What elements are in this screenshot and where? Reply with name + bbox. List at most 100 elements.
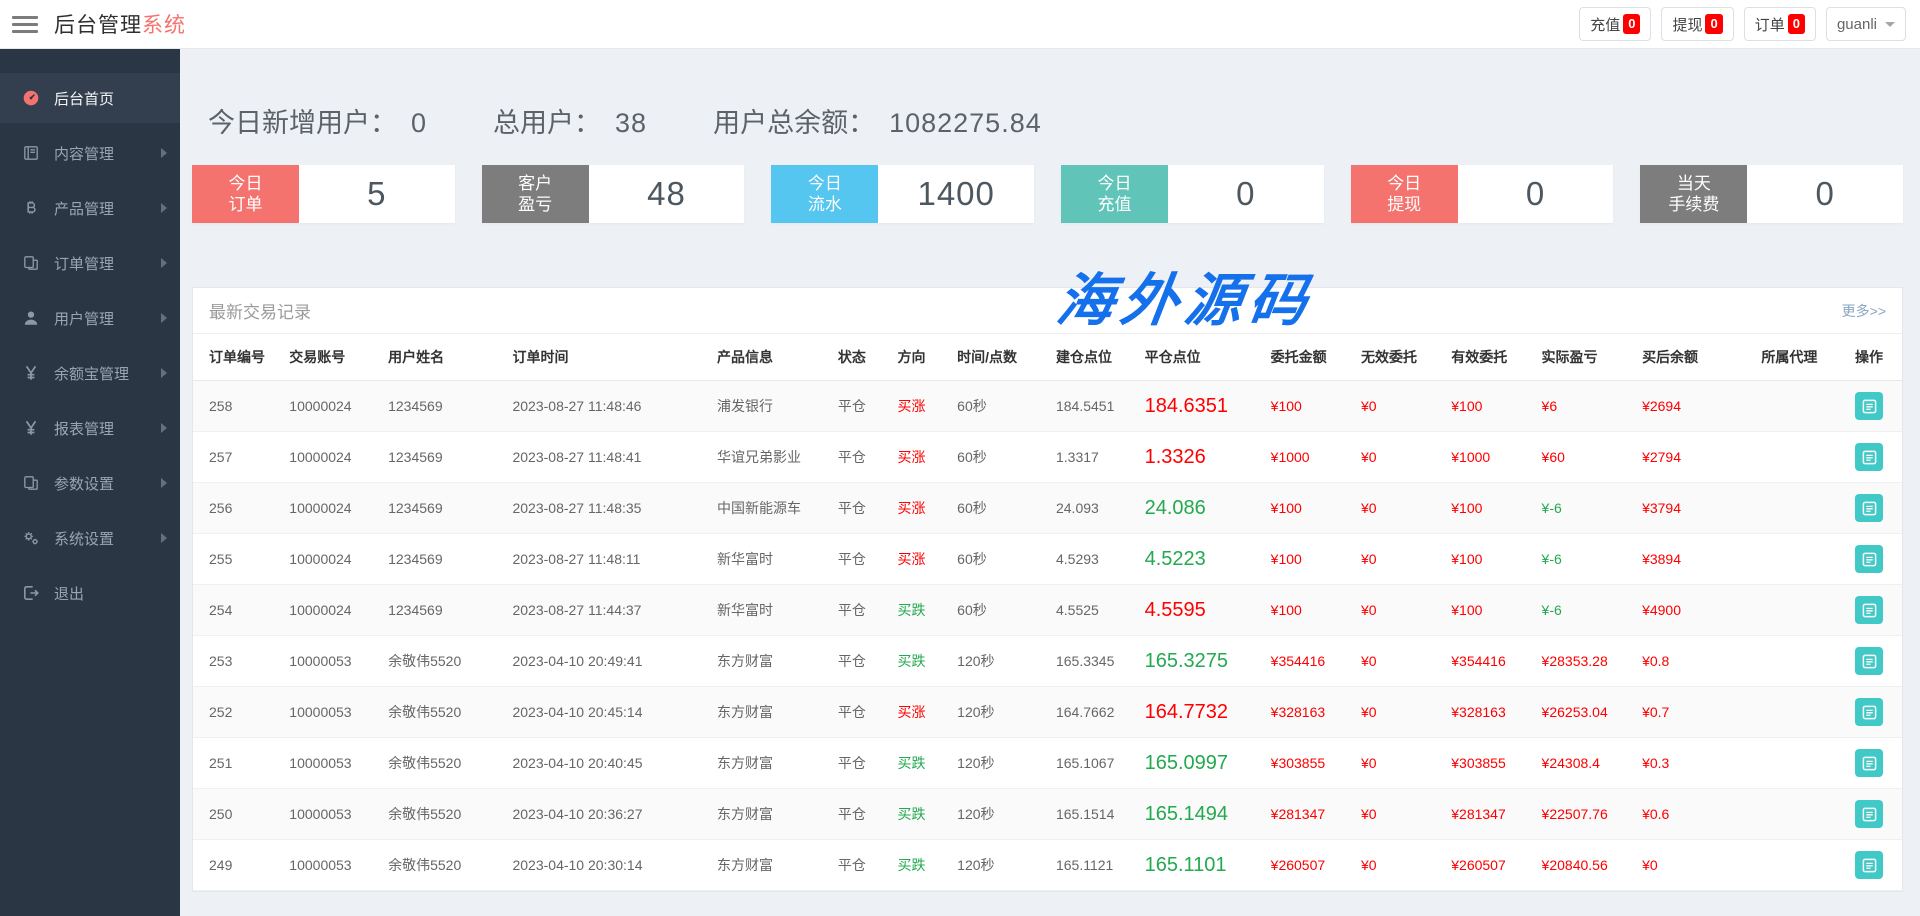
- more-link[interactable]: 更多>>: [1842, 301, 1886, 321]
- row-detail-button[interactable]: [1855, 851, 1883, 879]
- cell-time: 2023-08-27 11:44:37: [506, 585, 710, 636]
- bitcoin-icon: [22, 199, 40, 217]
- user-menu-button[interactable]: guanli: [1826, 7, 1906, 41]
- sidebar-item-label: 用户管理: [54, 308, 114, 329]
- cell-agent: [1755, 585, 1849, 636]
- cell-period: 120秒: [951, 738, 1050, 789]
- cell-time: 2023-08-27 11:48:46: [506, 381, 710, 432]
- card-label: 今日充值: [1061, 165, 1168, 223]
- menu-toggle-icon[interactable]: [12, 8, 38, 41]
- cell-period: 60秒: [951, 483, 1050, 534]
- cell-amount: ¥1000: [1265, 432, 1355, 483]
- cell-direction: 买跌: [892, 636, 952, 687]
- cell-valid: ¥303855: [1445, 738, 1535, 789]
- summary-card: 当天手续费0: [1640, 165, 1903, 223]
- sidebar-item-home[interactable]: 后台首页: [0, 73, 180, 123]
- row-detail-button[interactable]: [1855, 800, 1883, 828]
- header-btn-orders[interactable]: 订单0: [1744, 7, 1816, 41]
- cell-id: 251: [193, 738, 283, 789]
- sidebar-item-users[interactable]: 用户管理: [0, 293, 180, 343]
- row-detail-button[interactable]: [1855, 392, 1883, 420]
- sidebar-item-params[interactable]: 参数设置: [0, 458, 180, 508]
- cell-action: [1849, 432, 1902, 483]
- header-btn-label: 充值: [1590, 14, 1620, 35]
- table-row: 25110000053余敬伟55202023-04-10 20:40:45东方财…: [193, 738, 1902, 789]
- dashboard-icon: [22, 89, 40, 107]
- summary-card: 今日订单5: [192, 165, 455, 223]
- cell-period: 120秒: [951, 636, 1050, 687]
- summary-card: 今日充值0: [1061, 165, 1324, 223]
- cell-period: 60秒: [951, 585, 1050, 636]
- row-detail-button[interactable]: [1855, 749, 1883, 777]
- cell-balance: ¥3794: [1636, 483, 1755, 534]
- cell-valid: ¥281347: [1445, 789, 1535, 840]
- summary-card: 今日提现0: [1351, 165, 1614, 223]
- table-row: 2561000002412345692023-08-27 11:48:35中国新…: [193, 483, 1902, 534]
- cell-name: 余敬伟5520: [382, 738, 506, 789]
- card-value: 0: [1458, 165, 1614, 223]
- row-detail-button[interactable]: [1855, 443, 1883, 471]
- cell-time: 2023-04-10 20:49:41: [506, 636, 710, 687]
- cell-valid: ¥100: [1445, 534, 1535, 585]
- cell-product: 东方财富: [711, 738, 832, 789]
- card-label-line: 今日: [1098, 173, 1132, 194]
- sidebar-item-content[interactable]: 内容管理: [0, 128, 180, 178]
- cell-id: 256: [193, 483, 283, 534]
- cell-name: 1234569: [382, 483, 506, 534]
- sidebar-item-label: 系统设置: [54, 528, 114, 549]
- cell-profit: ¥-6: [1536, 534, 1637, 585]
- cell-product: 东方财富: [711, 840, 832, 891]
- cell-status: 平仓: [832, 381, 892, 432]
- row-detail-button[interactable]: [1855, 647, 1883, 675]
- sidebar-item-reports[interactable]: 报表管理: [0, 403, 180, 453]
- cell-id: 252: [193, 687, 283, 738]
- row-detail-button[interactable]: [1855, 545, 1883, 573]
- cell-action: [1849, 687, 1902, 738]
- cell-action: [1849, 636, 1902, 687]
- cell-time: 2023-08-27 11:48:35: [506, 483, 710, 534]
- column-header: 所属代理: [1755, 334, 1849, 381]
- cell-account: 10000024: [283, 534, 382, 585]
- cell-balance: ¥2694: [1636, 381, 1755, 432]
- row-detail-button[interactable]: [1855, 596, 1883, 624]
- sidebar-item-logout[interactable]: 退出: [0, 568, 180, 618]
- chevron-right-icon: [161, 148, 167, 158]
- cell-balance: ¥4900: [1636, 585, 1755, 636]
- cell-close: 164.7732: [1139, 687, 1265, 738]
- card-label: 今日提现: [1351, 165, 1458, 223]
- book-icon: [22, 144, 40, 162]
- cell-open: 165.1067: [1050, 738, 1139, 789]
- row-detail-button[interactable]: [1855, 494, 1883, 522]
- cell-status: 平仓: [832, 534, 892, 585]
- cell-action: [1849, 381, 1902, 432]
- cell-agent: [1755, 738, 1849, 789]
- column-header: 订单编号: [193, 334, 283, 381]
- cell-time: 2023-04-10 20:36:27: [506, 789, 710, 840]
- header-btn-withdraw[interactable]: 提现0: [1661, 7, 1733, 41]
- count-badge: 0: [1705, 14, 1722, 34]
- chevron-right-icon: [161, 258, 167, 268]
- cell-amount: ¥354416: [1265, 636, 1355, 687]
- cell-direction: 买跌: [892, 738, 952, 789]
- row-detail-button[interactable]: [1855, 698, 1883, 726]
- header-btn-recharge[interactable]: 充值0: [1579, 7, 1651, 41]
- cell-invalid: ¥0: [1355, 840, 1445, 891]
- cell-open: 184.5451: [1050, 381, 1139, 432]
- sidebar-item-label: 报表管理: [54, 418, 114, 439]
- cell-period: 120秒: [951, 789, 1050, 840]
- column-header: 状态: [832, 334, 892, 381]
- cell-agent: [1755, 636, 1849, 687]
- chevron-right-icon: [161, 368, 167, 378]
- card-label-line: 充值: [1098, 194, 1132, 215]
- column-header: 无效委托: [1355, 334, 1445, 381]
- cell-balance: ¥2794: [1636, 432, 1755, 483]
- column-header: 订单时间: [506, 334, 710, 381]
- stat-label: 今日新增用户：: [208, 101, 397, 140]
- sidebar-item-orders[interactable]: 订单管理: [0, 238, 180, 288]
- sidebar-item-system[interactable]: 系统设置: [0, 513, 180, 563]
- header-btn-label: 提现: [1672, 14, 1702, 35]
- cell-amount: ¥100: [1265, 585, 1355, 636]
- sidebar-item-yuebao[interactable]: 余额宝管理: [0, 348, 180, 398]
- cell-valid: ¥100: [1445, 381, 1535, 432]
- sidebar-item-product[interactable]: 产品管理: [0, 183, 180, 233]
